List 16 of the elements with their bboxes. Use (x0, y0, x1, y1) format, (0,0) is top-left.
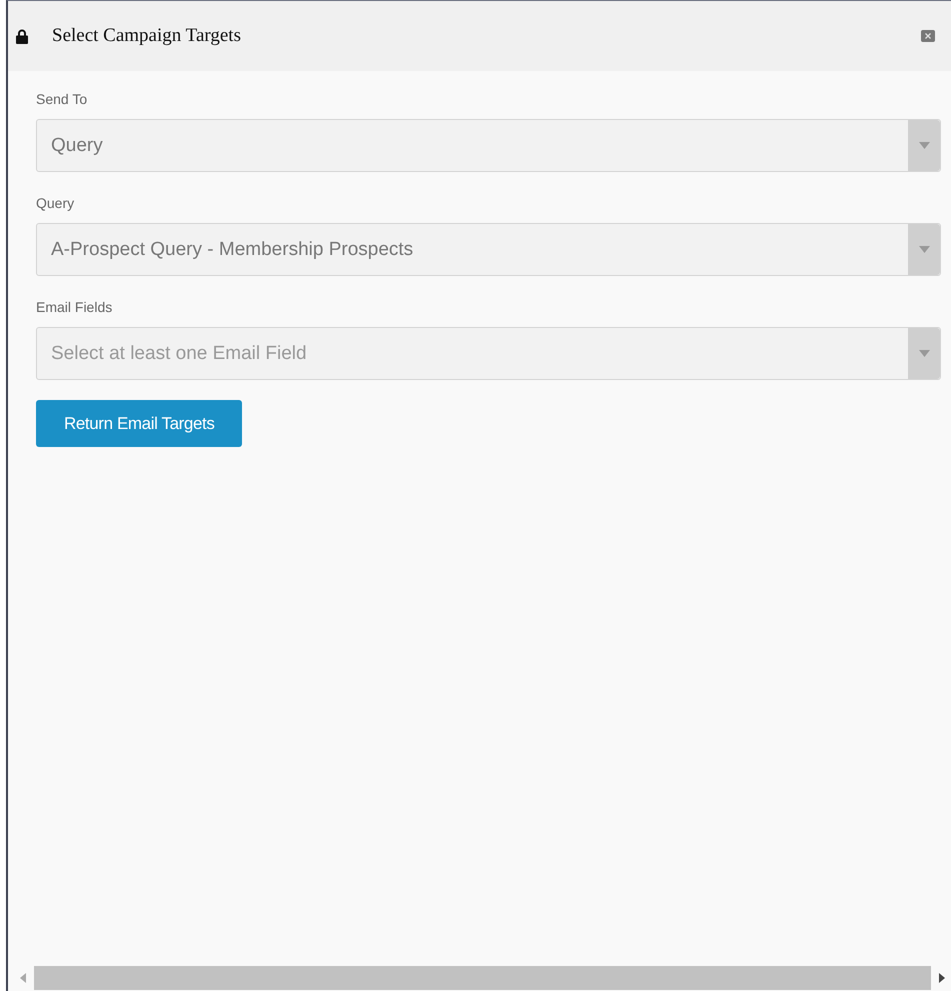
window-title: Select Campaign Targets (52, 25, 242, 47)
dropdown-field[interactable]: A-Prospect Query - Membership Prospects (36, 223, 941, 276)
field-label: Query (36, 195, 74, 211)
dropdown-arrow-icon (918, 142, 930, 149)
scroll-right-icon[interactable] (939, 973, 945, 983)
scroll-left-icon[interactable] (20, 973, 26, 983)
dropdown-field[interactable]: Query (36, 119, 941, 172)
close-icon[interactable] (921, 30, 935, 42)
dropdown-arrow-icon (918, 246, 930, 253)
dropdown-arrow-icon (918, 350, 930, 357)
horizontal-scrollbar[interactable] (34, 966, 931, 990)
field-label: Email Fields (36, 299, 112, 315)
return-email-targets-button[interactable]: Return Email Targets (36, 400, 242, 447)
field-label: Send To (36, 91, 88, 107)
dropdown-field[interactable]: Select at least one Email Field (36, 327, 941, 380)
lock-icon (16, 28, 28, 44)
